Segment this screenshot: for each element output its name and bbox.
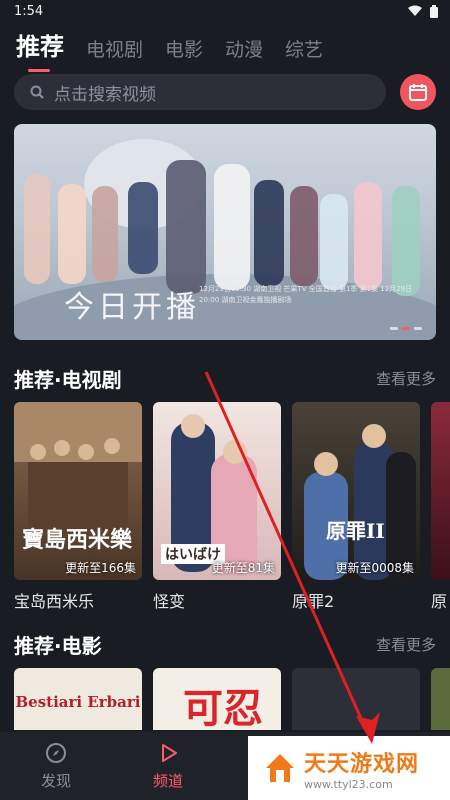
tv-card[interactable]: 寶島西米樂 更新至166集 宝岛西米乐 [14,402,142,612]
view-more-movie-link[interactable]: 查看更多 [376,634,436,655]
poster-title-art: Bestiari Erbari [15,693,141,711]
wifi-icon [408,5,422,16]
poster-image [431,402,450,580]
nav-discover[interactable]: 发现 [0,732,112,800]
tab-anime[interactable]: 动漫 [225,35,263,66]
tv-card-row: 寶島西米樂 更新至166集 宝岛西米乐 はいばけ 更新至81集 怪变 原罪II … [14,402,450,612]
poster-title-art: 寶島西米樂 [22,527,133,553]
banner-pagination [390,327,422,330]
movie-card[interactable] [431,668,450,730]
status-time: 1:54 [14,3,44,19]
featured-banner[interactable]: 今日开播 12月29日19:30 湖南卫视 芒果TV 全国首播 第1季 第1集 … [14,124,436,340]
section-header-movie: 推荐·电影 查看更多 [14,630,436,658]
play-icon [162,743,177,762]
episode-badge: 更新至166集 [65,561,136,575]
tv-card[interactable]: 原罪II 更新至0008集 原罪2 [292,402,420,612]
search-row: 点击搜索视频 [14,74,436,110]
site-watermark: 天天游戏网 www.ttyl23.com [248,736,450,800]
house-logo-icon [266,754,294,782]
search-input[interactable]: 点击搜索视频 [14,74,386,110]
pagination-dot [414,327,422,330]
episode-badge: 更新至0008集 [335,561,414,575]
card-title: 原罪2 [292,592,335,611]
movie-card[interactable]: 可忍 [153,668,281,730]
poster-image: はいばけ 更新至81集 [153,402,281,580]
section-title-tv: 推荐·电视剧 [14,367,122,392]
calendar-button[interactable] [400,74,436,110]
movie-card-row: Bestiari Erbari 可忍 [14,668,450,730]
poster-title-art: 原罪II [326,519,385,543]
card-title: 原 [431,592,448,611]
banner-subtitle: 12月29日19:30 湖南卫视 芒果TV 全国首播 第1季 第1集 12月29… [199,285,413,304]
nav-channel[interactable]: 频道 [112,732,224,800]
card-title: 宝岛西米乐 [14,592,95,611]
watermark-text-group: 天天游戏网 www.ttyl23.com [304,746,419,791]
poster-image: 原罪II 更新至0008集 [292,402,420,580]
status-bar: 1:54 [0,0,450,22]
nav-label: 发现 [40,771,71,790]
banner-title: 今日开播 [64,290,200,325]
tab-recommend[interactable]: 推荐 [16,27,64,72]
movie-card[interactable] [292,668,420,730]
calendar-icon [409,84,427,101]
tab-movie[interactable]: 电影 [165,35,203,66]
tab-variety[interactable]: 综艺 [285,35,323,66]
watermark-title: 天天游戏网 [304,751,420,777]
poster-title-art: 可忍 [183,685,263,730]
episode-badge: 更新至81集 [211,561,275,575]
poster-artwork [304,424,416,580]
search-placeholder: 点击搜索视频 [54,84,156,105]
tv-card[interactable]: 原 [431,402,450,612]
nav-label: 频道 [152,771,183,790]
movie-card[interactable]: Bestiari Erbari [14,668,142,730]
card-title: 怪变 [153,592,186,611]
poster-image: 寶島西米樂 更新至166集 [14,402,142,580]
view-more-tv-link[interactable]: 查看更多 [376,368,436,389]
section-header-tv: 推荐·电视剧 查看更多 [14,364,436,392]
category-tabs: 推荐 电视剧 电影 动漫 综艺 [0,22,450,72]
search-icon [30,85,44,99]
status-icons [408,4,438,18]
section-title-movie: 推荐·电影 [14,633,102,658]
pagination-dot [390,327,398,330]
tab-tv[interactable]: 电视剧 [86,35,143,66]
compass-icon [46,742,66,763]
pagination-dot-active [402,327,410,330]
watermark-url: www.ttyl23.com [304,777,393,791]
tv-card[interactable]: はいばけ 更新至81集 怪变 [153,402,281,612]
battery-icon [430,4,438,18]
